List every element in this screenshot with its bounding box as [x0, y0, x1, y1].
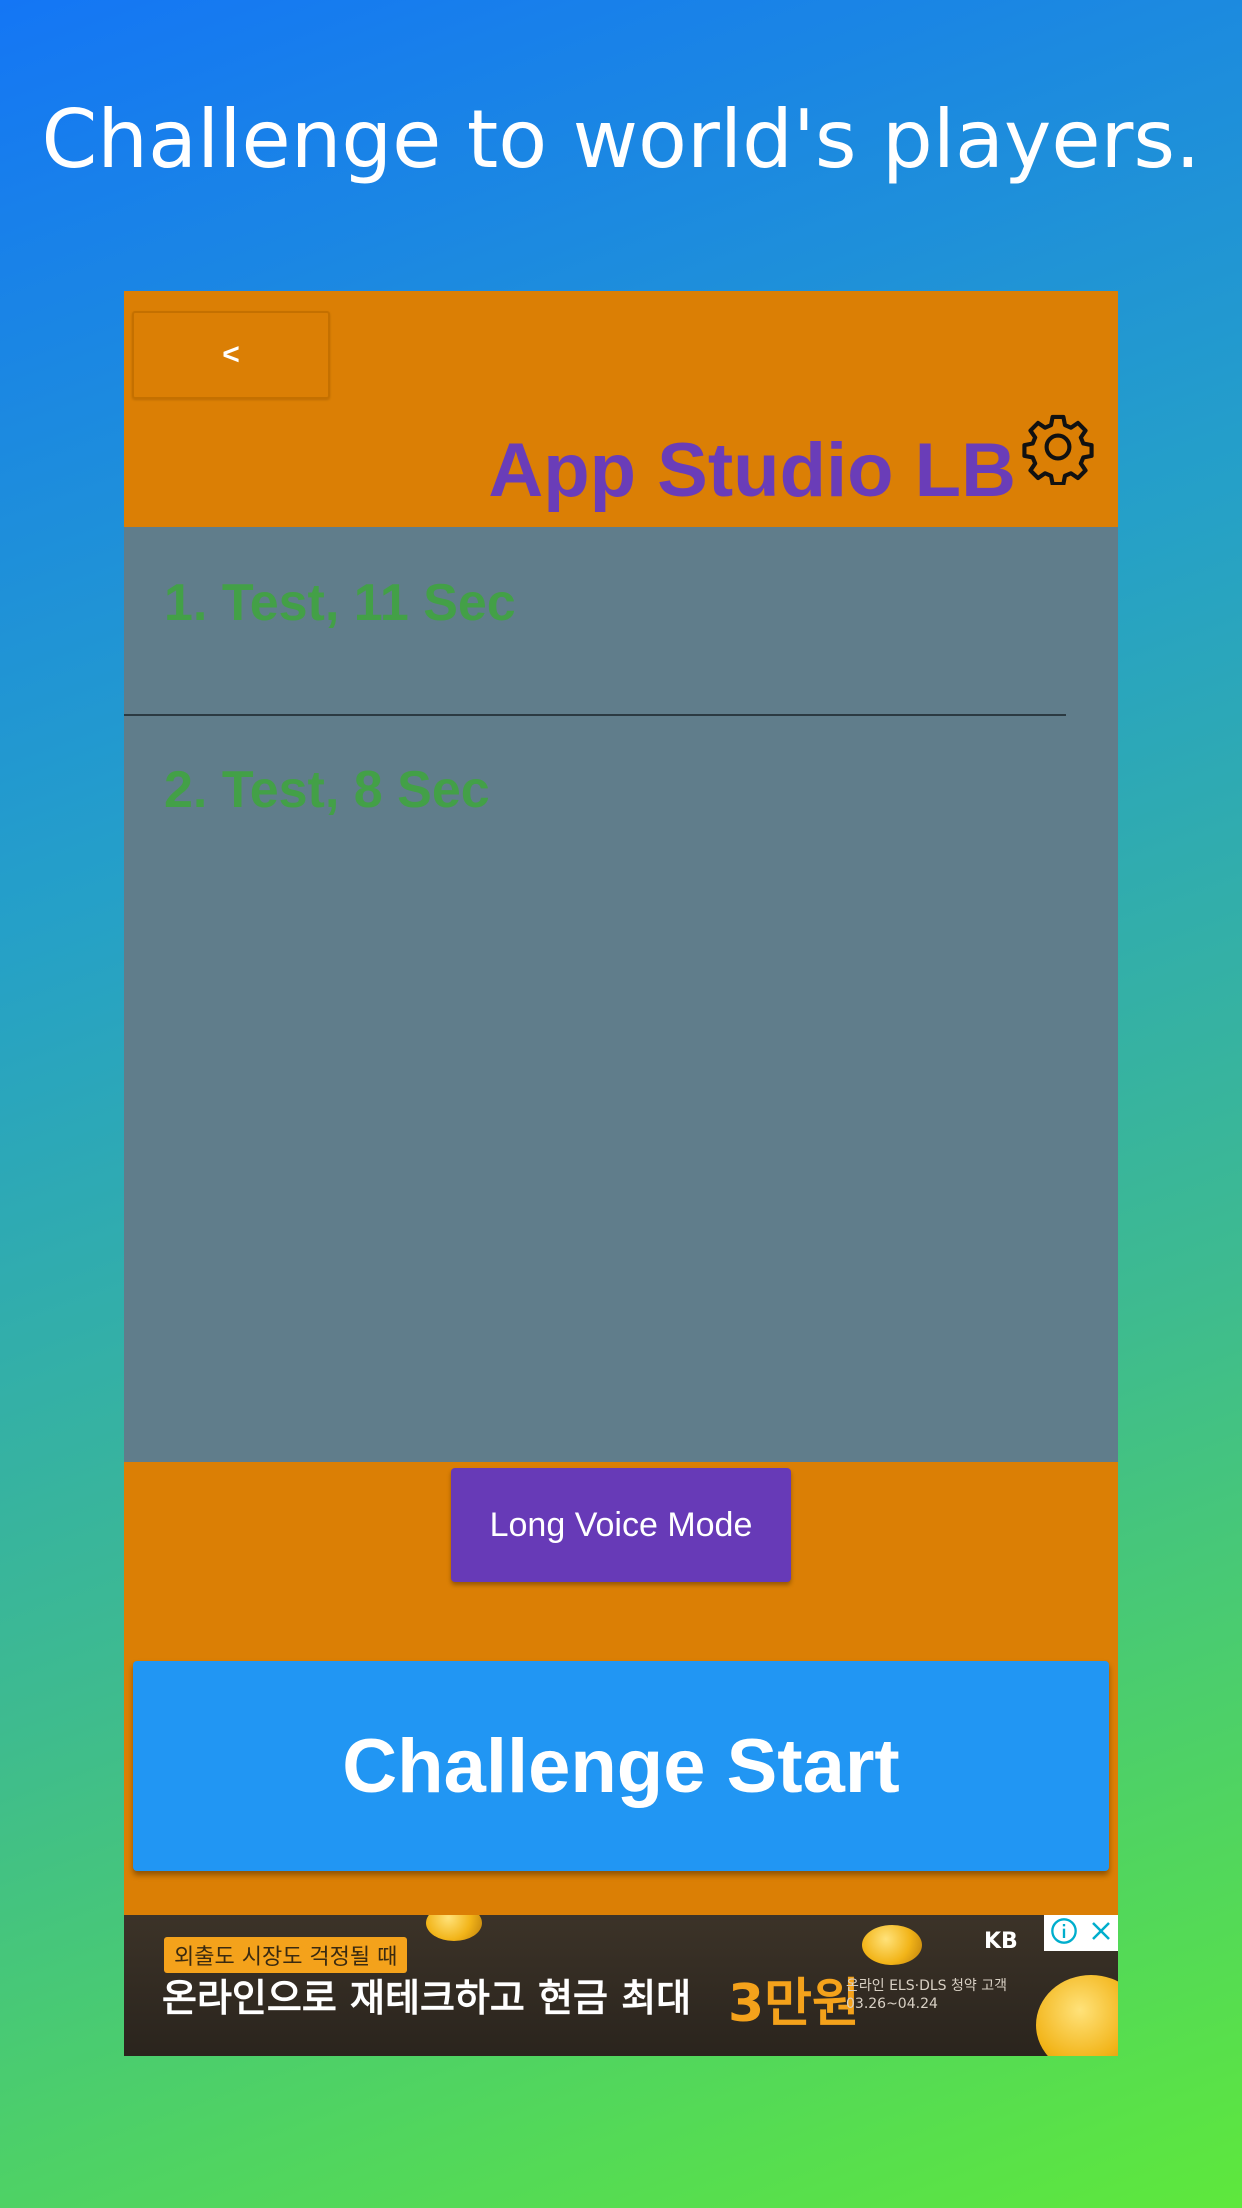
- ad-side-line-2: 03.26~04.24: [846, 1996, 938, 2012]
- leaderboard-item-2[interactable]: 2. Test, 8 Sec: [164, 760, 490, 820]
- app-title: App Studio LB: [488, 428, 1016, 513]
- challenge-start-button[interactable]: Challenge Start: [133, 1661, 1109, 1871]
- ad-logo: KB: [984, 1929, 1018, 1954]
- ad-banner[interactable]: 외출도 시장도 걱정될 때 온라인으로 재테크하고 현금 최대 3만원 온라인 …: [124, 1915, 1118, 2056]
- gear-icon[interactable]: [1020, 409, 1096, 487]
- list-divider: [124, 714, 1066, 716]
- coin-image: [862, 1925, 922, 1965]
- leaderboard-list[interactable]: 1. Test, 11 Sec 2. Test, 8 Sec: [124, 527, 1118, 1462]
- leaderboard-item-1[interactable]: 1. Test, 11 Sec: [164, 573, 516, 633]
- ad-accent-text: 3만원: [728, 1974, 860, 2034]
- adchoices[interactable]: [1044, 1915, 1118, 1951]
- coin-image: [1036, 1975, 1118, 2056]
- ad-side-text: 온라인 ELS·DLS 청약 고객 03.26~04.24: [846, 1977, 1007, 2013]
- close-icon[interactable]: [1089, 1919, 1113, 1947]
- app-screen: < App Studio LB 1. Test, 11 Sec 2. Test,…: [124, 291, 1118, 2056]
- ad-side-line-1: 온라인 ELS·DLS 청약 고객: [846, 1978, 1007, 1994]
- promo-headline: Challenge to world's players.: [41, 93, 1201, 186]
- coin-image: [426, 1915, 482, 1941]
- ad-main-text: 온라인으로 재테크하고 현금 최대: [162, 1976, 692, 2020]
- info-icon[interactable]: [1050, 1917, 1078, 1949]
- long-voice-mode-button[interactable]: Long Voice Mode: [451, 1468, 791, 1582]
- back-button[interactable]: <: [132, 311, 330, 399]
